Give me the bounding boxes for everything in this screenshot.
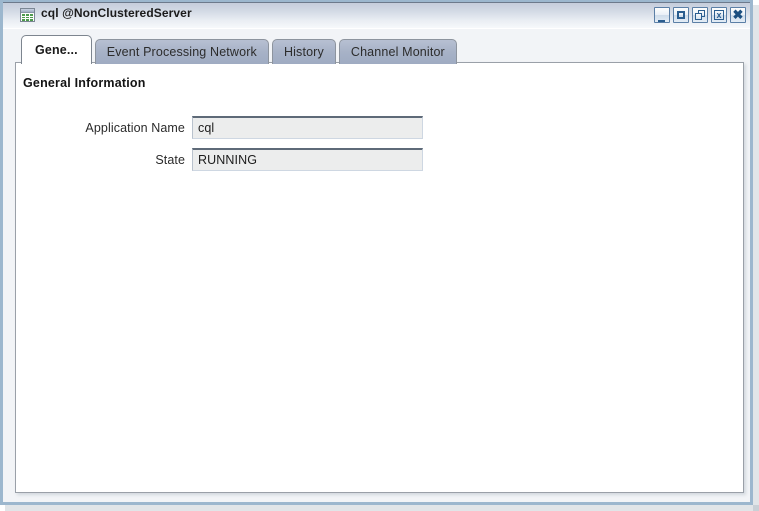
close-icon: ✖ bbox=[732, 7, 744, 22]
section-heading: General Information bbox=[23, 76, 146, 90]
restore-icon-front bbox=[695, 13, 702, 20]
restore-button[interactable] bbox=[692, 7, 708, 23]
table-grid-icon bbox=[20, 8, 35, 22]
general-tab-panel: General Information Application Name cql… bbox=[15, 62, 744, 493]
general-information-form: Application Name cql State RUNNING bbox=[16, 116, 743, 180]
internal-frame-window: cql @NonClusteredServer x ✖ Gene... Even… bbox=[0, 0, 753, 505]
tab-channel-monitor[interactable]: Channel Monitor bbox=[338, 39, 457, 64]
tab-general[interactable]: Gene... bbox=[21, 35, 92, 64]
window-title: cql @NonClusteredServer bbox=[41, 6, 192, 20]
close-document-button[interactable]: x bbox=[711, 7, 727, 23]
minimize-button[interactable] bbox=[654, 7, 670, 23]
application-name-field[interactable]: cql bbox=[192, 116, 423, 139]
maximize-button[interactable] bbox=[673, 7, 689, 23]
window-drop-shadow-bottom bbox=[5, 505, 759, 511]
close-document-icon: x bbox=[714, 10, 724, 20]
window-titlebar[interactable]: cql @NonClusteredServer x ✖ bbox=[3, 2, 750, 29]
tab-general-label: Gene... bbox=[35, 43, 78, 57]
form-row-application-name: Application Name cql bbox=[16, 116, 743, 139]
tab-bar: Gene... Event Processing Network History… bbox=[21, 35, 460, 64]
tab-channel-monitor-label: Channel Monitor bbox=[350, 45, 445, 59]
form-row-state: State RUNNING bbox=[16, 148, 743, 171]
state-label: State bbox=[155, 152, 185, 167]
window-drop-shadow-right bbox=[753, 5, 759, 511]
window-controls: x ✖ bbox=[654, 7, 746, 23]
tab-event-processing-network[interactable]: Event Processing Network bbox=[94, 39, 269, 64]
state-field[interactable]: RUNNING bbox=[192, 148, 423, 171]
tab-history-label: History bbox=[283, 45, 324, 59]
close-button[interactable]: ✖ bbox=[730, 7, 746, 23]
minimize-icon bbox=[658, 13, 665, 22]
application-name-label: Application Name bbox=[85, 120, 185, 135]
tab-history[interactable]: History bbox=[271, 39, 336, 64]
maximize-icon bbox=[677, 11, 685, 19]
tab-event-processing-network-label: Event Processing Network bbox=[106, 45, 257, 59]
